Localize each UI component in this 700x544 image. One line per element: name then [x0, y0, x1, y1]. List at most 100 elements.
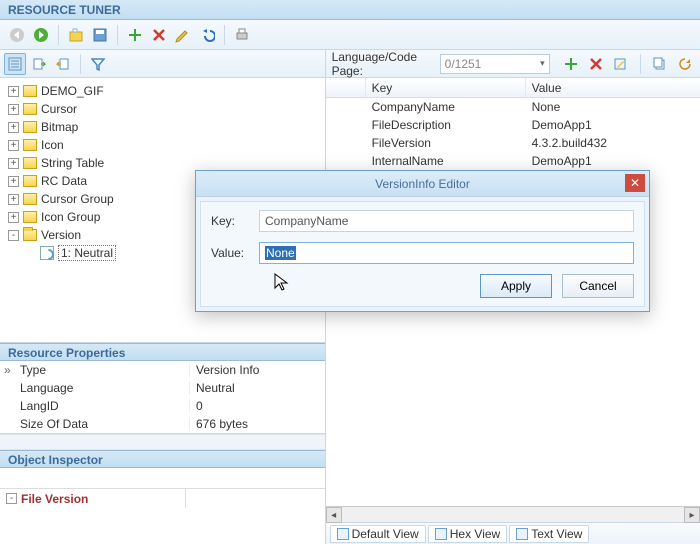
tree-item[interactable]: +Bitmap — [6, 118, 319, 136]
props-row: TypeVersion Info — [0, 361, 325, 379]
toolbar-separator — [224, 25, 225, 45]
undo-button[interactable] — [196, 24, 218, 46]
horizontal-scrollbar[interactable]: ◂ ▸ — [326, 506, 700, 522]
value-table: Key Value CompanyNameNone FileDescriptio… — [326, 78, 700, 170]
export-icon[interactable] — [28, 53, 50, 75]
app-title: RESOURCE TUNER — [8, 3, 121, 17]
import-icon[interactable] — [52, 53, 74, 75]
resource-properties: TypeVersion Info LanguageNeutral LangID0… — [0, 361, 325, 434]
tree-item[interactable]: +DEMO_GIF — [6, 82, 319, 100]
filter-icon[interactable] — [87, 53, 109, 75]
prop-value: 0 — [190, 399, 203, 413]
close-button[interactable]: ✕ — [625, 174, 645, 192]
prop-key: LangID — [0, 399, 190, 413]
file-version-value — [185, 489, 325, 508]
expand-icon[interactable]: + — [8, 176, 19, 187]
props-row: Size Of Data676 bytes — [0, 415, 325, 433]
app-title-bar: RESOURCE TUNER — [0, 0, 700, 20]
expand-icon[interactable]: + — [8, 122, 19, 133]
folder-icon — [23, 157, 37, 169]
dialog-title: VersionInfo Editor — [375, 177, 470, 191]
prop-key: Language — [0, 381, 190, 395]
print-button[interactable] — [231, 24, 253, 46]
col-value[interactable]: Value — [526, 78, 700, 97]
toolbar-separator — [640, 54, 641, 74]
save-button[interactable] — [89, 24, 111, 46]
scroll-right-icon[interactable]: ▸ — [684, 507, 700, 523]
copy-button[interactable] — [651, 53, 670, 75]
collapse-icon[interactable]: - — [8, 230, 19, 241]
tab-hex-view[interactable]: Hex View — [428, 525, 507, 543]
open-button[interactable] — [65, 24, 87, 46]
main-toolbar — [0, 20, 700, 50]
prop-key: Type — [0, 363, 190, 377]
toolbar-separator — [58, 25, 59, 45]
apply-button[interactable]: Apply — [480, 274, 552, 298]
delete-button[interactable] — [148, 24, 170, 46]
object-inspector: - File Version — [0, 468, 325, 544]
language-combo[interactable]: 0/1251▾ — [440, 54, 550, 74]
value-input[interactable]: None — [259, 242, 634, 264]
expand-icon[interactable]: + — [8, 140, 19, 151]
scroll-left-icon[interactable]: ◂ — [326, 507, 342, 523]
folder-icon — [23, 103, 37, 115]
toolbar-separator — [80, 54, 81, 74]
hex-icon — [435, 528, 447, 540]
folder-icon — [23, 211, 37, 223]
expand-icon[interactable]: + — [8, 212, 19, 223]
delete-key-button[interactable] — [586, 53, 605, 75]
table-row[interactable]: InternalNameDemoApp1 — [326, 152, 700, 170]
folder-icon — [23, 193, 37, 205]
prop-key: Size Of Data — [0, 417, 190, 431]
collapse-icon[interactable]: - — [6, 493, 17, 504]
add-button[interactable] — [124, 24, 146, 46]
key-input[interactable]: CompanyName — [259, 210, 634, 232]
table-row[interactable]: FileDescriptionDemoApp1 — [326, 116, 700, 134]
edit-key-button[interactable] — [611, 53, 630, 75]
chevron-down-icon: ▾ — [540, 58, 545, 69]
folder-icon — [23, 121, 37, 133]
value-label: Value: — [211, 246, 251, 260]
prop-value: 676 bytes — [190, 417, 248, 431]
prop-value: Version Info — [190, 363, 259, 377]
folder-icon — [23, 139, 37, 151]
nav-back-button[interactable] — [6, 24, 28, 46]
key-label: Key: — [211, 214, 251, 228]
edit-button[interactable] — [172, 24, 194, 46]
tab-text-view[interactable]: Text View — [509, 525, 589, 543]
col-key[interactable]: Key — [366, 78, 526, 97]
versioninfo-editor-dialog: VersionInfo Editor ✕ Key: CompanyName Va… — [195, 170, 650, 312]
file-version-row[interactable]: - File Version — [0, 488, 325, 508]
table-row[interactable]: FileVersion4.3.2.build432 — [326, 134, 700, 152]
expand-icon[interactable]: + — [8, 194, 19, 205]
dialog-title-bar[interactable]: VersionInfo Editor ✕ — [196, 171, 649, 197]
tree-item[interactable]: +Cursor — [6, 100, 319, 118]
file-version-label: File Version — [21, 492, 88, 506]
add-key-button[interactable] — [562, 53, 581, 75]
view-icon — [337, 528, 349, 540]
expand-icon[interactable]: + — [8, 104, 19, 115]
refresh-button[interactable] — [675, 53, 694, 75]
folder-icon — [23, 85, 37, 97]
expand-icon[interactable]: + — [8, 86, 19, 97]
view-tabs: Default View Hex View Text View — [326, 522, 700, 544]
props-row: LangID0 — [0, 397, 325, 415]
tab-default-view[interactable]: Default View — [330, 525, 426, 543]
expand-icon[interactable]: + — [8, 158, 19, 169]
folder-open-icon — [23, 229, 37, 241]
text-icon — [516, 528, 528, 540]
nav-forward-button[interactable] — [30, 24, 52, 46]
table-row[interactable]: CompanyNameNone — [326, 98, 700, 116]
prop-value: Neutral — [190, 381, 235, 395]
panel-gap — [0, 434, 325, 450]
tree-toolbar — [0, 50, 325, 78]
table-header: Key Value — [326, 78, 700, 98]
cancel-button[interactable]: Cancel — [562, 274, 634, 298]
tree-item[interactable]: +Icon — [6, 136, 319, 154]
toolbar-separator — [117, 25, 118, 45]
right-toolbar: Language/Code Page: 0/1251▾ — [326, 50, 700, 78]
resource-properties-header: Resource Properties — [0, 343, 325, 361]
folder-icon — [23, 175, 37, 187]
resource-leaf-icon — [40, 246, 54, 260]
tree-view-icon[interactable] — [4, 53, 26, 75]
